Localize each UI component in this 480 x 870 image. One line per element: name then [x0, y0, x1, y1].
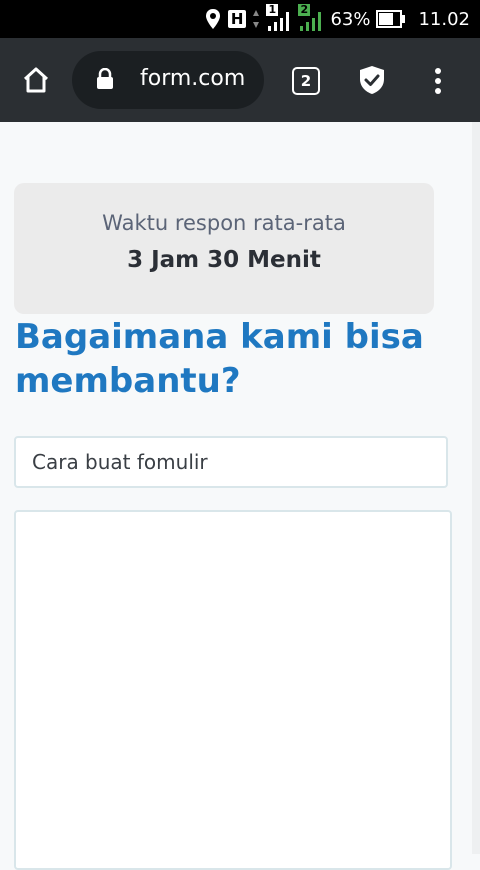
data-transfer-icon	[253, 10, 260, 28]
shield-check-icon	[360, 66, 384, 94]
status-bar: H 1 2 63% 11.02	[0, 0, 480, 38]
signal-sim1-icon: 1	[266, 4, 292, 32]
message-textarea[interactable]	[14, 510, 452, 870]
battery-percent: 63%	[330, 8, 371, 30]
subject-input[interactable]: Cara buat fomulir	[14, 436, 448, 488]
battery-icon	[376, 10, 406, 28]
tab-count: 2	[300, 72, 312, 90]
response-time-label: Waktu respon rata-rata	[102, 211, 346, 235]
address-bar[interactable]: form.com	[72, 51, 264, 109]
home-button[interactable]	[18, 62, 54, 98]
shield-button[interactable]	[356, 62, 388, 98]
home-icon	[23, 67, 49, 93]
subject-input-value: Cara buat fomulir	[32, 450, 208, 474]
lock-icon	[97, 68, 113, 89]
network-type-badge: H	[227, 10, 247, 28]
signal-sim2-icon: 2	[298, 4, 324, 32]
response-time-card: Waktu respon rata-rata 3 Jam 30 Menit	[14, 183, 434, 314]
response-time-value: 3 Jam 30 Menit	[127, 247, 321, 273]
url-text: form.com	[140, 66, 246, 91]
page-heading: Bagaimana kami bisa membantu?	[15, 317, 424, 401]
browser-toolbar: form.com 2	[0, 38, 480, 122]
tabs-button[interactable]: 2	[290, 66, 322, 96]
page-content: Waktu respon rata-rata 3 Jam 30 Menit Ba…	[0, 122, 480, 870]
location-icon	[205, 9, 220, 29]
status-icons: H 1 2 63% 11.02	[204, 0, 470, 38]
clock: 11.02	[418, 8, 470, 30]
more-vert-icon	[435, 68, 441, 94]
tab-count-box: 2	[292, 67, 320, 95]
scroll-rail	[472, 122, 480, 854]
menu-button[interactable]	[428, 64, 448, 98]
